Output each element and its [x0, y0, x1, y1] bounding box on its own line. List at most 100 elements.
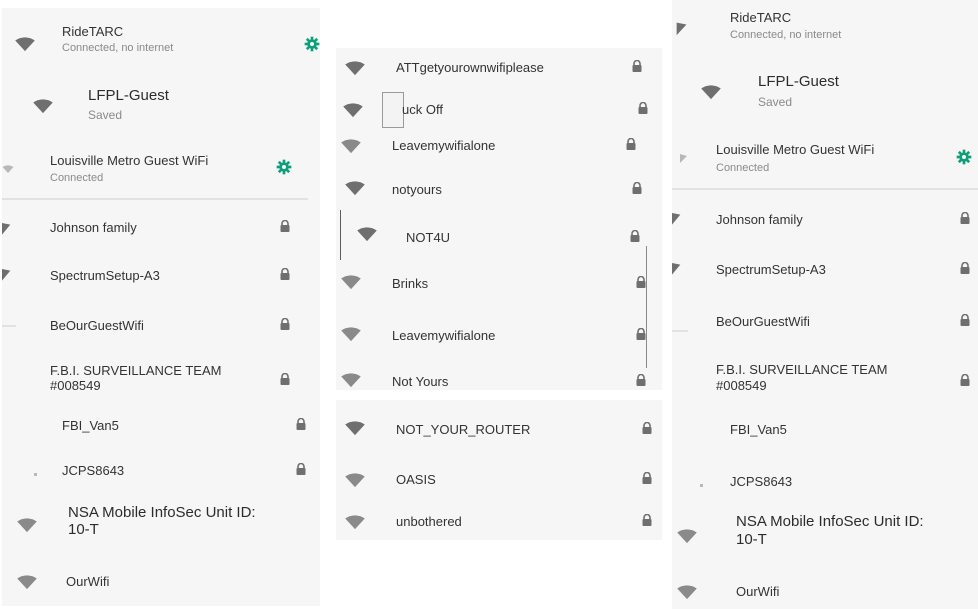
network-status: Connected, no internet: [62, 42, 174, 54]
network-status: Saved: [758, 95, 793, 109]
network-item[interactable]: uck Off: [336, 92, 662, 132]
network-name: Leavemywifialone: [392, 328, 496, 343]
wifi-signal-icon: [2, 161, 14, 177]
network-item[interactable]: Johnson family: [2, 214, 320, 254]
network-name: SpectrumSetup-A3: [716, 262, 826, 277]
wifi-signal-icon: [340, 372, 362, 388]
network-item[interactable]: BeOurGuestWifi: [672, 308, 978, 348]
network-item[interactable]: NOT_YOUR_ROUTER: [336, 410, 662, 450]
network-name: Brinks: [392, 276, 429, 291]
lock-icon: [296, 418, 306, 430]
network-item[interactable]: ATTgetyourownwifiplease: [336, 50, 662, 90]
network-item[interactable]: OASIS: [336, 462, 662, 502]
wifi-signal-icon: [700, 84, 722, 100]
network-name: NSA Mobile InfoSec Unit ID:: [736, 513, 924, 530]
network-item[interactable]: Johnson family: [672, 206, 978, 246]
network-name: JCPS8643: [730, 474, 793, 489]
network-name: F.B.I. SURVEILLANCE TEAM: [50, 363, 222, 378]
network-name: F.B.I. SURVEILLANCE TEAM: [716, 362, 888, 377]
network-item[interactable]: FBI_Van5: [2, 412, 320, 452]
network-item[interactable]: SpectrumSetup-A3: [2, 262, 320, 302]
network-item[interactable]: NSA Mobile InfoSec Unit ID: 10-T: [2, 505, 320, 549]
wifi-list-left: RideTARC Connected, no internet LFPL-Gue…: [2, 8, 320, 606]
wifi-signal-icon: [672, 210, 682, 226]
wifi-signal-icon: [2, 266, 12, 282]
wifi-signal-icon: [344, 514, 366, 530]
network-name: uck Off: [402, 102, 443, 117]
network-status: Saved: [88, 108, 123, 122]
text-cursor-box: [382, 92, 404, 128]
lock-icon: [960, 374, 970, 386]
network-name-line2: #008549: [716, 378, 767, 393]
wifi-list-right: RideTARC Connected, no internet LFPL-Gue…: [672, 0, 978, 609]
network-item[interactable]: unbothered: [336, 506, 662, 540]
lock-icon: [642, 472, 652, 484]
network-name: LFPL-Guest: [88, 87, 169, 104]
wifi-signal-icon: [34, 467, 38, 483]
wifi-signal-icon: [676, 528, 698, 544]
network-item[interactable]: SpectrumSetup-A3: [672, 256, 978, 296]
network-item[interactable]: BeOurGuestWifi: [2, 312, 320, 352]
divider: [2, 198, 308, 200]
network-item[interactable]: Leavemywifialone: [336, 320, 662, 360]
network-item[interactable]: NOT4U: [336, 218, 662, 258]
network-name: BeOurGuestWifi: [50, 318, 144, 333]
network-item[interactable]: OurWifi: [672, 578, 978, 609]
network-item[interactable]: F.B.I. SURVEILLANCE TEAM #008549: [2, 363, 320, 407]
network-item[interactable]: Leavemywifialone: [336, 130, 662, 170]
network-name: Louisville Metro Guest WiFi: [716, 142, 875, 157]
network-name: NOT4U: [406, 230, 451, 245]
lock-icon: [280, 373, 290, 385]
lock-icon: [960, 262, 970, 274]
network-item[interactable]: Not Yours: [336, 366, 662, 390]
wifi-signal-icon: [680, 150, 688, 166]
network-name: OurWifi: [736, 584, 780, 599]
network-item[interactable]: F.B.I. SURVEILLANCE TEAM #008549: [672, 362, 978, 406]
network-name: NOT_YOUR_ROUTER: [396, 422, 531, 437]
wifi-signal-icon: [672, 260, 682, 276]
network-item[interactable]: notyours: [336, 172, 662, 212]
lock-icon: [280, 268, 290, 280]
network-item[interactable]: Louisville Metro Guest WiFi Connected: [2, 153, 320, 193]
wifi-signal-icon: [16, 574, 38, 590]
wifi-signal-icon: [2, 220, 12, 236]
network-name: BeOurGuestWifi: [716, 314, 810, 329]
network-name: LFPL-Guest: [758, 73, 839, 90]
lock-icon: [630, 230, 640, 242]
network-item[interactable]: Louisville Metro Guest WiFi Connected: [672, 142, 978, 182]
network-item[interactable]: RideTARC Connected, no internet: [672, 8, 978, 48]
network-item[interactable]: LFPL-Guest Saved: [2, 88, 320, 128]
lock-icon: [280, 220, 290, 232]
network-name: NSA Mobile InfoSec Unit ID:: [68, 504, 256, 521]
network-item[interactable]: FBI_Van5: [672, 416, 978, 456]
network-item[interactable]: Brinks: [336, 268, 662, 308]
network-name: Johnson family: [50, 220, 137, 235]
network-name: notyours: [392, 182, 442, 197]
network-item[interactable]: JCPS8643: [2, 459, 320, 499]
lock-icon: [638, 102, 648, 114]
lock-icon: [642, 514, 652, 526]
gear-icon[interactable]: [956, 149, 972, 165]
network-name: SpectrumSetup-A3: [50, 268, 160, 283]
wifi-signal-icon: [14, 36, 36, 52]
wifi-signal-icon: [16, 517, 38, 533]
gear-icon[interactable]: [304, 36, 320, 52]
divider: [672, 330, 688, 332]
network-item[interactable]: OurWifi: [2, 568, 320, 606]
lock-icon: [636, 276, 646, 288]
network-name: unbothered: [396, 514, 462, 529]
network-status: Connected, no internet: [730, 29, 842, 41]
network-item[interactable]: RideTARC Connected, no internet: [2, 22, 320, 62]
network-name: Leavemywifialone: [392, 138, 496, 153]
wifi-list-middle-bottom: NOT_YOUR_ROUTER OASIS unbothered: [336, 400, 662, 540]
network-name: Louisville Metro Guest WiFi: [50, 153, 209, 168]
network-item[interactable]: NSA Mobile InfoSec Unit ID: 10-T: [672, 514, 978, 560]
network-status: Connected: [50, 172, 104, 184]
wifi-signal-icon: [340, 138, 362, 154]
lock-icon: [626, 138, 636, 150]
gear-icon[interactable]: [276, 159, 292, 175]
wifi-signal-icon: [344, 60, 366, 76]
network-item[interactable]: LFPL-Guest Saved: [672, 74, 978, 114]
network-item[interactable]: JCPS8643: [672, 470, 978, 510]
network-name: Not Yours: [392, 374, 449, 389]
